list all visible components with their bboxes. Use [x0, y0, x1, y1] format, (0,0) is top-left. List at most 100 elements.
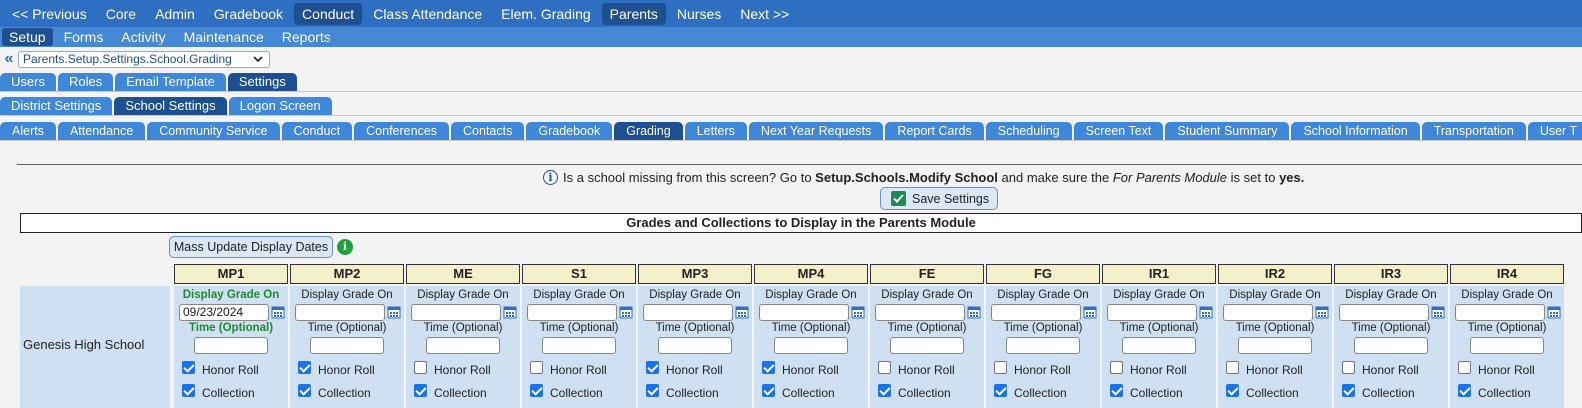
calendar-icon[interactable] — [271, 305, 285, 319]
time-input[interactable] — [658, 337, 732, 354]
tab-report-cards[interactable]: Report Cards — [885, 122, 984, 140]
collection-checkbox[interactable] — [762, 384, 775, 397]
collection-checkbox[interactable] — [1342, 384, 1355, 397]
time-input[interactable] — [1354, 337, 1428, 354]
display-date-input[interactable] — [1455, 304, 1545, 321]
collection-checkbox[interactable] — [530, 384, 543, 397]
tab-contacts[interactable]: Contacts — [451, 122, 525, 140]
tab-community-service[interactable]: Community Service — [147, 122, 280, 140]
honor-roll-checkbox[interactable] — [298, 361, 311, 374]
tab-gradebook[interactable]: Gradebook — [526, 122, 613, 140]
collection-checkbox[interactable] — [1226, 384, 1239, 397]
collection-checkbox[interactable] — [1110, 384, 1123, 397]
help-info-icon[interactable]: i — [337, 239, 353, 255]
breadcrumb-select[interactable]: Parents.Setup.Settings.School.Grading — [18, 50, 270, 68]
calendar-icon[interactable] — [735, 305, 749, 319]
calendar-icon[interactable] — [1199, 305, 1213, 319]
tab-screen-text[interactable]: Screen Text — [1073, 122, 1164, 140]
collapse-icon[interactable]: « — [0, 50, 18, 68]
tab-conduct[interactable]: Conduct — [281, 122, 353, 140]
calendar-icon[interactable] — [1547, 305, 1561, 319]
honor-roll-checkbox[interactable] — [530, 361, 543, 374]
collection-checkbox[interactable] — [414, 384, 427, 397]
calendar-icon[interactable] — [503, 305, 517, 319]
collection-checkbox[interactable] — [646, 384, 659, 397]
tab-conferences[interactable]: Conferences — [354, 122, 450, 140]
tab-users[interactable]: Users — [0, 73, 56, 91]
time-input[interactable] — [890, 337, 964, 354]
time-input[interactable] — [542, 337, 616, 354]
subnav-activity[interactable]: Activity — [114, 28, 172, 46]
tab-school-settings[interactable]: School Settings — [114, 97, 227, 115]
tab-settings[interactable]: Settings — [227, 73, 297, 91]
tab-student-summary[interactable]: Student Summary — [1165, 122, 1290, 140]
time-input[interactable] — [1238, 337, 1312, 354]
subnav-reports[interactable]: Reports — [275, 28, 338, 46]
time-input[interactable] — [194, 337, 268, 354]
honor-roll-checkbox[interactable] — [646, 361, 659, 374]
tab-scheduling[interactable]: Scheduling — [985, 122, 1072, 140]
tab-roles[interactable]: Roles — [57, 73, 114, 91]
nav-previous[interactable]: << Previous — [4, 3, 95, 25]
calendar-icon[interactable] — [967, 305, 981, 319]
display-date-input[interactable] — [991, 304, 1081, 321]
subnav-setup[interactable]: Setup — [2, 28, 53, 46]
honor-roll-checkbox[interactable] — [878, 361, 891, 374]
mass-update-button[interactable]: Mass Update Display Dates — [169, 236, 333, 258]
display-date-input[interactable] — [295, 304, 385, 321]
time-input[interactable] — [774, 337, 848, 354]
nav-conduct[interactable]: Conduct — [294, 2, 363, 25]
time-input[interactable] — [1122, 337, 1196, 354]
calendar-icon[interactable] — [1315, 305, 1329, 319]
calendar-icon[interactable] — [387, 305, 401, 319]
save-settings-button[interactable]: Save Settings — [880, 187, 998, 210]
calendar-icon[interactable] — [619, 305, 633, 319]
nav-admin[interactable]: Admin — [147, 3, 203, 25]
display-date-input[interactable] — [759, 304, 849, 321]
tab-school-information[interactable]: School Information — [1291, 122, 1420, 140]
tab-district-settings[interactable]: District Settings — [0, 97, 113, 115]
honor-roll-checkbox[interactable] — [1342, 361, 1355, 374]
display-date-input[interactable] — [1223, 304, 1313, 321]
tab-grading[interactable]: Grading — [614, 122, 683, 140]
tab-letters[interactable]: Letters — [684, 122, 747, 140]
nav-elem-grading[interactable]: Elem. Grading — [493, 3, 598, 25]
display-date-input[interactable] — [411, 304, 501, 321]
honor-roll-checkbox[interactable] — [762, 361, 775, 374]
tab-alerts[interactable]: Alerts — [0, 122, 56, 140]
display-date-input[interactable] — [527, 304, 617, 321]
collection-checkbox[interactable] — [878, 384, 891, 397]
honor-roll-checkbox[interactable] — [1226, 361, 1239, 374]
nav-nurses[interactable]: Nurses — [669, 3, 729, 25]
tab-logon-screen[interactable]: Logon Screen — [228, 97, 332, 115]
calendar-icon[interactable] — [1431, 305, 1445, 319]
time-input[interactable] — [310, 337, 384, 354]
display-date-input[interactable] — [875, 304, 965, 321]
calendar-icon[interactable] — [851, 305, 865, 319]
display-date-input[interactable]: 09/23/2024 — [179, 304, 269, 321]
calendar-icon[interactable] — [1083, 305, 1097, 319]
honor-roll-checkbox[interactable] — [182, 361, 195, 374]
collection-checkbox[interactable] — [1458, 384, 1471, 397]
nav-core[interactable]: Core — [98, 3, 144, 25]
honor-roll-checkbox[interactable] — [1110, 361, 1123, 374]
display-date-input[interactable] — [643, 304, 733, 321]
display-date-input[interactable] — [1107, 304, 1197, 321]
time-input[interactable] — [426, 337, 500, 354]
honor-roll-checkbox[interactable] — [1458, 361, 1471, 374]
collection-checkbox[interactable] — [994, 384, 1007, 397]
nav-gradebook[interactable]: Gradebook — [206, 3, 291, 25]
time-input[interactable] — [1470, 337, 1544, 354]
collection-checkbox[interactable] — [182, 384, 195, 397]
tab-transportation[interactable]: Transportation — [1421, 122, 1526, 140]
tab-email-template[interactable]: Email Template — [115, 73, 226, 91]
honor-roll-checkbox[interactable] — [414, 361, 427, 374]
nav-next[interactable]: Next >> — [732, 3, 797, 25]
time-input[interactable] — [1006, 337, 1080, 354]
display-date-input[interactable] — [1339, 304, 1429, 321]
tab-user-t[interactable]: User T — [1527, 122, 1582, 140]
tab-attendance[interactable]: Attendance — [57, 122, 146, 140]
honor-roll-checkbox[interactable] — [994, 361, 1007, 374]
nav-parents[interactable]: Parents — [601, 2, 666, 25]
nav-class-attendance[interactable]: Class Attendance — [365, 3, 490, 25]
